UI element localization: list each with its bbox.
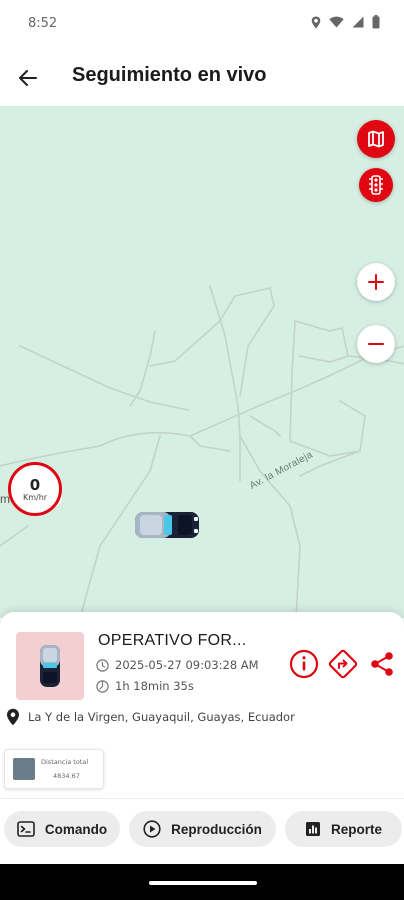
back-button[interactable] <box>14 64 42 92</box>
speed-value: 0 <box>29 475 41 494</box>
signal-icon <box>352 16 364 28</box>
road-distance-icon <box>13 758 35 780</box>
vehicle-marker-icon[interactable] <box>134 509 200 541</box>
playback-label: Reproducción <box>171 821 262 837</box>
vehicle-address: La Y de la Virgen, Guayaquil, Guayas, Ec… <box>28 710 295 724</box>
distance-value: 4834.67 <box>53 772 80 780</box>
distance-label: Distancia total <box>41 758 89 766</box>
playback-button[interactable]: Reproducción <box>129 811 276 847</box>
speed-badge: 0 Km/hr <box>8 462 62 516</box>
info-icon <box>289 649 319 679</box>
zoom-out-button[interactable] <box>357 325 395 363</box>
vehicle-info-sheet: OPERATIVO FOR... 2025-05-27 09:03:28 AM … <box>0 612 404 900</box>
info-button[interactable] <box>288 648 320 680</box>
zoom-in-button[interactable] <box>357 263 395 301</box>
traffic-button[interactable] <box>359 168 393 202</box>
vehicle-thumbnail <box>16 632 84 700</box>
directions-icon <box>328 649 358 679</box>
traffic-light-icon <box>369 175 383 195</box>
status-bar: 8:52 <box>0 0 404 50</box>
sheet-divider <box>0 798 404 799</box>
timer-icon <box>96 679 109 693</box>
share-button[interactable] <box>366 648 398 680</box>
back-arrow-icon <box>19 70 37 86</box>
report-label: Reporte <box>330 821 382 837</box>
location-pin-icon <box>7 708 19 726</box>
vehicle-duration: 1h 18min 35s <box>115 679 194 693</box>
app-bar: Seguimiento en vivo <box>0 50 404 106</box>
address-row: La Y de la Virgen, Guayaquil, Guayas, Ec… <box>6 708 295 726</box>
report-icon <box>305 822 320 836</box>
location-status-icon <box>311 16 321 28</box>
share-icon <box>371 652 393 676</box>
directions-button[interactable] <box>327 648 359 680</box>
status-icons <box>311 15 380 29</box>
vehicle-datetime: 2025-05-27 09:03:28 AM <box>115 658 259 672</box>
zoom-out-icon <box>368 343 384 345</box>
datetime-row: 2025-05-27 09:03:28 AM <box>96 658 259 672</box>
total-distance-card: Distancia total 4834.67 <box>4 749 104 789</box>
vehicle-top-view-icon <box>40 645 60 687</box>
speed-unit: Km/hr <box>22 492 48 502</box>
map-icon <box>368 130 384 148</box>
terminal-icon <box>17 821 35 837</box>
report-button[interactable]: Reporte <box>285 811 402 847</box>
play-icon <box>143 820 161 838</box>
duration-row: 1h 18min 35s <box>96 679 194 693</box>
map-roads <box>0 285 404 618</box>
zoom-in-icon <box>368 274 384 290</box>
system-navigation-bar <box>0 864 404 900</box>
clock-icon <box>96 658 109 672</box>
command-label: Comando <box>44 821 108 837</box>
map-view[interactable]: Av. la Moraleja m MX 0 Km/hr <box>0 106 404 618</box>
battery-icon <box>372 15 380 29</box>
page-title: Seguimiento en vivo <box>72 64 267 86</box>
command-button[interactable]: Comando <box>4 811 120 847</box>
vehicle-name: OPERATIVO FOR... <box>98 632 247 649</box>
map-type-button[interactable] <box>357 120 395 158</box>
home-handle[interactable] <box>149 881 257 885</box>
wifi-icon <box>329 16 344 28</box>
status-time: 8:52 <box>28 16 58 31</box>
